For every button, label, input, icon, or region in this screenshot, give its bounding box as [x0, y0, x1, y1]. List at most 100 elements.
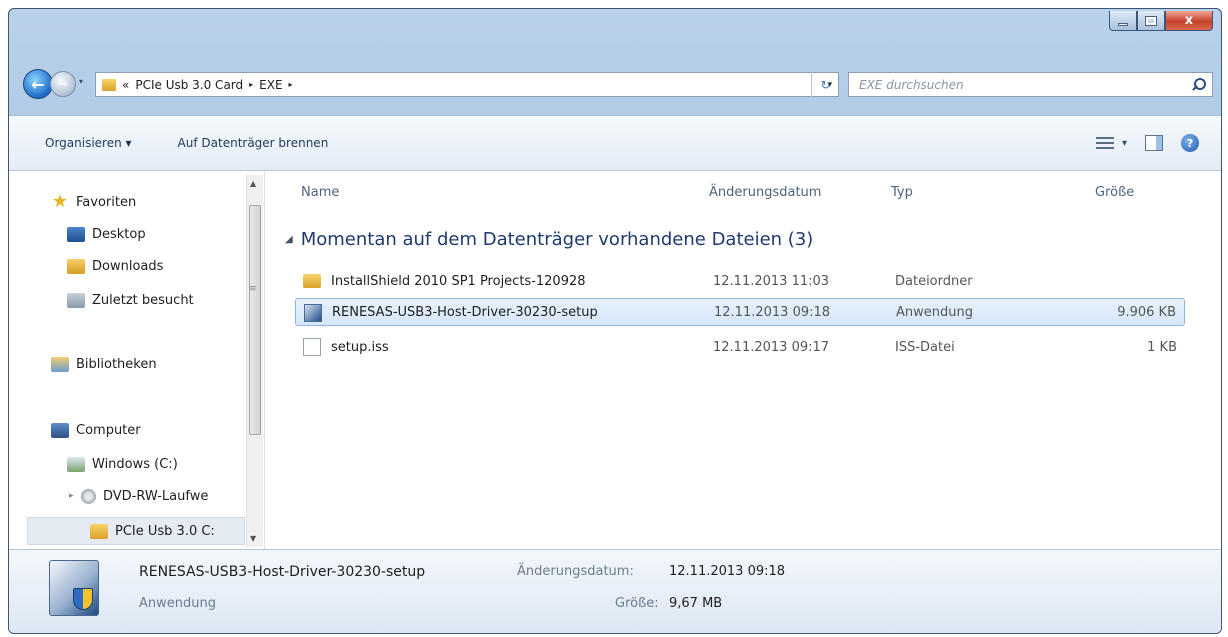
refresh-button[interactable]: ↻: [811, 72, 839, 97]
file-size: 1 KB: [1147, 339, 1177, 355]
caption-buttons: x: [1109, 11, 1213, 33]
organize-button[interactable]: Organisieren ▾: [35, 132, 142, 154]
nav-item-libraries[interactable]: Bibliotheken: [51, 357, 157, 372]
computer-icon: [51, 423, 69, 438]
close-icon: x: [1184, 13, 1194, 28]
iss-file-icon: [303, 338, 321, 356]
file-type: Dateiordner: [895, 273, 973, 289]
breadcrumb-overflow[interactable]: «: [122, 78, 129, 92]
views-icon: [1095, 137, 1114, 149]
maximize-icon: [1145, 15, 1157, 26]
application-icon: [304, 304, 322, 322]
collapse-arrow-icon: ◢: [285, 234, 293, 245]
file-list: Name Änderungsdatum Typ Größe ◢ Momentan…: [267, 171, 1221, 549]
nav-item-label: PCIe Usb 3.0 C:: [115, 523, 215, 539]
nav-item-label: DVD-RW-Laufwe: [103, 489, 209, 504]
group-header[interactable]: ◢ Momentan auf dem Datenträger vorhanden…: [285, 229, 813, 250]
nav-item-desktop[interactable]: Desktop: [67, 227, 146, 242]
search-icon[interactable]: [1192, 77, 1206, 92]
scroll-up-icon[interactable]: ▲: [250, 179, 256, 188]
column-header-name[interactable]: Name: [301, 185, 339, 200]
address-row: ← → ▾ « PCIe Usb 3.0 Card ▸ EXE ▸ ▾ ↻ EX…: [23, 69, 1213, 99]
details-size-label: Größe:: [615, 596, 659, 611]
main-area: ★ Favoriten Desktop Downloads Zuletzt be…: [9, 171, 1221, 549]
breadcrumb-exe[interactable]: EXE: [259, 78, 282, 92]
scroll-grip-icon: ≡: [249, 284, 257, 294]
column-header-date[interactable]: Änderungsdatum: [709, 185, 821, 200]
views-dropdown-icon: ▾: [1121, 137, 1127, 149]
nav-item-pcie-usb-card[interactable]: PCIe Usb 3.0 C:: [27, 517, 245, 545]
nav-scrollbar[interactable]: ▲ ≡ ▼: [246, 175, 263, 547]
file-date: 12.11.2013 09:17: [713, 339, 830, 355]
expand-arrow-icon[interactable]: ▸: [69, 491, 74, 501]
search-placeholder: EXE durchsuchen: [859, 77, 964, 92]
breadcrumb-separator-icon[interactable]: ▸: [249, 80, 253, 89]
nav-item-label: Downloads: [92, 259, 164, 274]
details-file-type: Anwendung: [139, 596, 216, 611]
file-date: 12.11.2013 11:03: [713, 273, 830, 289]
command-bar: Organisieren ▾ Auf Datenträger brennen ▾…: [9, 115, 1221, 171]
back-arrow-icon: ←: [31, 74, 45, 94]
refresh-icon: ↻: [820, 77, 831, 92]
drive-icon: [67, 457, 85, 472]
explorer-window: x ← → ▾ « PCIe Usb 3.0 Card ▸ EXE ▸ ▾ ↻ …: [8, 8, 1222, 634]
nav-item-dvd-drive[interactable]: DVD-RW-Laufwe: [81, 489, 208, 504]
back-button[interactable]: ←: [23, 69, 53, 99]
star-icon: ★: [51, 191, 69, 212]
column-header-type[interactable]: Typ: [891, 185, 913, 200]
breadcrumb-separator-icon[interactable]: ▸: [289, 80, 293, 89]
recent-pages-dropdown[interactable]: ▾: [79, 77, 83, 86]
file-name: InstallShield 2010 SP1 Projects-120928: [331, 273, 586, 289]
desktop-icon: [67, 227, 85, 242]
file-row[interactable]: setup.iss 12.11.2013 09:17 ISS-Datei 1 K…: [295, 333, 1185, 361]
scroll-thumb[interactable]: [249, 205, 261, 435]
address-bar[interactable]: « PCIe Usb 3.0 Card ▸ EXE ▸ ▾: [95, 72, 839, 97]
navigation-pane: ★ Favoriten Desktop Downloads Zuletzt be…: [9, 171, 265, 549]
folder-icon: [90, 523, 108, 539]
file-type: ISS-Datei: [895, 339, 955, 355]
nav-item-label: Zuletzt besucht: [92, 293, 194, 308]
nav-item-recent-places[interactable]: Zuletzt besucht: [67, 293, 194, 308]
scroll-down-icon[interactable]: ▼: [250, 534, 256, 543]
nav-item-computer[interactable]: Computer: [51, 423, 141, 438]
dvd-drive-icon: [81, 489, 96, 504]
burn-to-disc-button[interactable]: Auf Datenträger brennen: [168, 132, 339, 154]
nav-item-favorites[interactable]: ★ Favoriten: [51, 193, 136, 211]
chevron-down-icon: ▾: [79, 77, 84, 86]
nav-item-label: Favoriten: [76, 194, 137, 210]
group-header-label: Momentan auf dem Datenträger vorhandene …: [300, 229, 814, 250]
maximize-button[interactable]: [1137, 11, 1165, 31]
nav-item-downloads[interactable]: Downloads: [67, 259, 163, 274]
details-date-label: Änderungsdatum:: [517, 564, 634, 579]
file-row-selected[interactable]: RENESAS-USB3-Host-Driver-30230-setup 12.…: [295, 298, 1185, 326]
toolbar-right-group: ▾ ?: [1095, 134, 1199, 152]
file-name: RENESAS-USB3-Host-Driver-30230-setup: [332, 304, 598, 320]
file-date: 12.11.2013 09:18: [714, 304, 831, 320]
details-pane: RENESAS-USB3-Host-Driver-30230-setup Anw…: [9, 549, 1221, 633]
minimize-icon: [1118, 23, 1128, 26]
forward-arrow-icon: →: [57, 76, 69, 92]
libraries-icon: [51, 357, 69, 372]
file-row[interactable]: InstallShield 2010 SP1 Projects-120928 1…: [295, 267, 1185, 295]
search-input[interactable]: EXE durchsuchen: [848, 72, 1213, 97]
recent-places-icon: [67, 293, 85, 308]
details-size-value: 9,67 MB: [669, 596, 723, 611]
file-name: setup.iss: [331, 339, 389, 355]
help-button[interactable]: ?: [1181, 134, 1199, 152]
close-button[interactable]: x: [1165, 11, 1213, 31]
forward-button[interactable]: →: [50, 71, 76, 97]
nav-item-windows-drive[interactable]: Windows (C:): [67, 457, 178, 472]
nav-item-label: Desktop: [92, 227, 146, 242]
downloads-folder-icon: [67, 259, 85, 274]
folder-icon: [102, 78, 116, 91]
file-size: 9.906 KB: [1117, 304, 1176, 320]
folder-icon: [303, 274, 321, 288]
views-button[interactable]: ▾: [1095, 137, 1127, 149]
nav-item-label: Bibliotheken: [76, 357, 157, 372]
file-type: Anwendung: [896, 304, 973, 320]
details-file-name: RENESAS-USB3-Host-Driver-30230-setup: [139, 564, 426, 580]
minimize-button[interactable]: [1109, 11, 1137, 31]
breadcrumb-pcie-usb-card[interactable]: PCIe Usb 3.0 Card: [135, 78, 243, 92]
preview-pane-button[interactable]: [1145, 135, 1163, 151]
column-header-size[interactable]: Größe: [1095, 185, 1134, 200]
